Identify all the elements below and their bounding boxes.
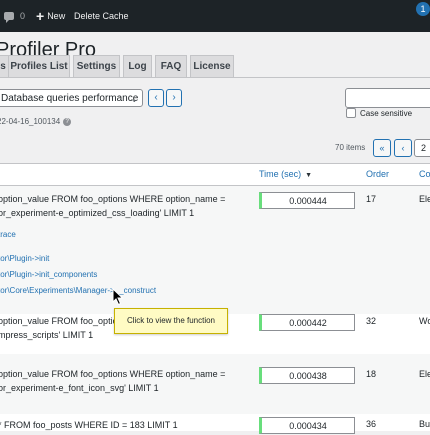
function-tooltip: Click to view the function [114,308,228,334]
column-order[interactable]: Order [366,169,389,179]
comment-bubble-icon [4,12,14,23]
report-type-select[interactable]: Database queries performance ⌄ [0,89,143,107]
table-row: option_value FROM foo_options WHERE opti… [0,186,430,314]
query-time: 0.000438 [259,367,355,384]
table-row: * FROM foo_posts WHERE ID = 183 LIMIT 1 … [0,414,430,434]
query-component: Bu [419,419,430,429]
tab-settings[interactable]: Settings [73,55,120,77]
column-time-label: Time (sec) [259,169,302,179]
query-order: 17 [366,194,377,204]
first-page-button[interactable]: « [373,139,391,157]
current-page-input[interactable]: 2 [414,139,430,157]
tab-profiles-list[interactable]: Profiles List [8,55,70,77]
query-line: option_value FROM foo_options WHERE opti… [0,369,226,379]
plus-icon: + [36,8,45,24]
query-line: or_experiment-e_font_icon_svg' LIMIT 1 [0,383,159,393]
chevron-down-icon: ⌄ [130,94,138,104]
new-label: New [47,11,66,21]
tab-license[interactable]: License [190,55,234,77]
case-sensitive-checkbox[interactable] [346,108,356,118]
column-component[interactable]: Co [419,169,430,179]
notification-badge[interactable]: 1 [416,2,430,16]
comments-link[interactable] [4,0,14,32]
tab-faq[interactable]: FAQ [155,55,187,77]
query-time: 0.000434 [259,417,355,434]
report-type-value: Database queries performance [1,93,139,104]
profile-meta: 22-04-16_100134 ? [0,117,72,126]
backtrace-call[interactable]: tor\Plugin->init [0,254,49,263]
comment-count[interactable]: 0 [20,0,25,32]
items-count: 70 items [335,143,366,152]
query-time: 0.000442 [259,314,355,331]
backtrace-call[interactable]: tor\Core\Experiments\Manager->__construc… [0,286,156,295]
search-input[interactable] [345,88,430,108]
delete-cache-button[interactable]: Delete Cache [74,0,129,32]
table-header: Time (sec) ▼ Order Co [0,164,430,186]
table-row: option_value FROM foo_options WHERE opti… [0,354,430,414]
query-line: or_experiment-e_optimized_css_loading' L… [0,208,195,218]
query-order: 18 [366,369,377,379]
query-component: Ele [419,194,430,204]
help-icon[interactable]: ? [63,117,72,126]
query-line: mpress_scripts' LIMIT 1 [0,330,94,340]
new-content-button[interactable]: + New [36,0,65,32]
query-line: option_value FROM foo_options WHERE opti… [0,194,226,204]
query-line: option_value FROM foo_options [0,316,128,326]
mouse-cursor-icon [112,288,124,306]
queries-table: Time (sec) ▼ Order Co option_value FROM f… [0,163,430,434]
sort-desc-icon: ▼ [305,172,313,179]
query-time: 0.000444 [259,192,355,209]
backtrace-call[interactable]: tor\Plugin->init_components [0,270,97,279]
query-order: 36 [366,419,377,429]
tab-log[interactable]: Log [123,55,152,77]
admin-bar: 0 + New Delete Cache 1 [0,0,430,32]
next-report-button[interactable]: › [166,89,182,107]
backtrace-toggle[interactable]: trace [0,230,16,239]
profile-id: 22-04-16_100134 [0,117,61,126]
case-sensitive-label: Case sensitive [360,109,413,118]
prev-page-button[interactable]: ‹ [394,139,412,157]
nav-tabs: s Profiles List Settings Log FAQ License [0,55,430,78]
prev-report-button[interactable]: ‹ [148,89,164,107]
query-component: Ele [419,369,430,379]
query-order: 32 [366,316,377,326]
query-component: Wo [419,316,430,326]
column-time[interactable]: Time (sec) ▼ [259,169,312,179]
